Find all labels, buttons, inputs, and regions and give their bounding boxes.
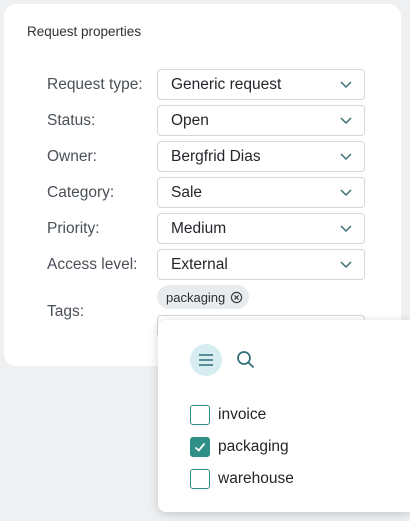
tag-option-label: warehouse	[218, 470, 294, 487]
checkmark-icon	[194, 442, 206, 452]
request-properties-card: Request properties Request type: Generic…	[4, 4, 401, 366]
chevron-down-icon	[340, 81, 352, 89]
property-row-status: Status: Open	[47, 105, 365, 136]
owner-select[interactable]: Bergfrid Dias	[157, 141, 365, 172]
priority-label: Priority:	[47, 220, 100, 237]
owner-value: Bergfrid Dias	[171, 148, 261, 165]
packaging-checkbox[interactable]	[190, 437, 210, 457]
tag-option-invoice[interactable]: invoice	[190, 404, 266, 426]
chevron-down-icon	[340, 189, 352, 197]
tag-option-label: packaging	[218, 438, 289, 455]
request-type-value: Generic request	[171, 76, 282, 93]
card-title: Request properties	[27, 24, 142, 39]
property-row-owner: Owner: Bergfrid Dias	[47, 141, 365, 172]
priority-value: Medium	[171, 220, 227, 237]
list-mode-button[interactable]	[190, 344, 222, 376]
request-type-label: Request type:	[47, 76, 143, 93]
tag-option-packaging[interactable]: packaging	[190, 436, 289, 458]
property-row-request-type: Request type: Generic request	[47, 69, 365, 100]
category-select[interactable]: Sale	[157, 177, 365, 208]
warehouse-checkbox[interactable]	[190, 469, 210, 489]
category-label: Category:	[47, 184, 115, 201]
tag-chip-packaging: packaging	[157, 285, 250, 309]
access-level-value: External	[171, 256, 228, 273]
tag-option-label: invoice	[218, 406, 267, 423]
chevron-down-icon	[340, 117, 352, 125]
search-icon[interactable]	[236, 350, 256, 370]
category-value: Sale	[171, 184, 203, 201]
owner-label: Owner:	[47, 148, 97, 165]
access-level-select[interactable]: External	[157, 249, 365, 280]
request-type-select[interactable]: Generic request	[157, 69, 365, 100]
chevron-down-icon	[340, 225, 352, 233]
property-row-access-level: Access level: External	[47, 249, 365, 280]
tag-dropdown-panel: invoice packaging warehouse	[158, 320, 410, 512]
tags-label: Tags:	[47, 303, 85, 320]
tag-chip-label: packaging	[166, 289, 226, 305]
close-circle-icon[interactable]	[230, 291, 243, 304]
property-row-category: Category: Sale	[47, 177, 365, 208]
status-label: Status:	[47, 112, 96, 129]
priority-select[interactable]: Medium	[157, 213, 365, 244]
list-icon	[199, 354, 213, 366]
access-level-label: Access level:	[47, 256, 138, 273]
chevron-down-icon	[340, 153, 352, 161]
property-row-priority: Priority: Medium	[47, 213, 365, 244]
chevron-down-icon	[340, 261, 352, 269]
status-select[interactable]: Open	[157, 105, 365, 136]
tag-option-warehouse[interactable]: warehouse	[190, 468, 294, 490]
invoice-checkbox[interactable]	[190, 405, 210, 425]
status-value: Open	[171, 112, 209, 129]
